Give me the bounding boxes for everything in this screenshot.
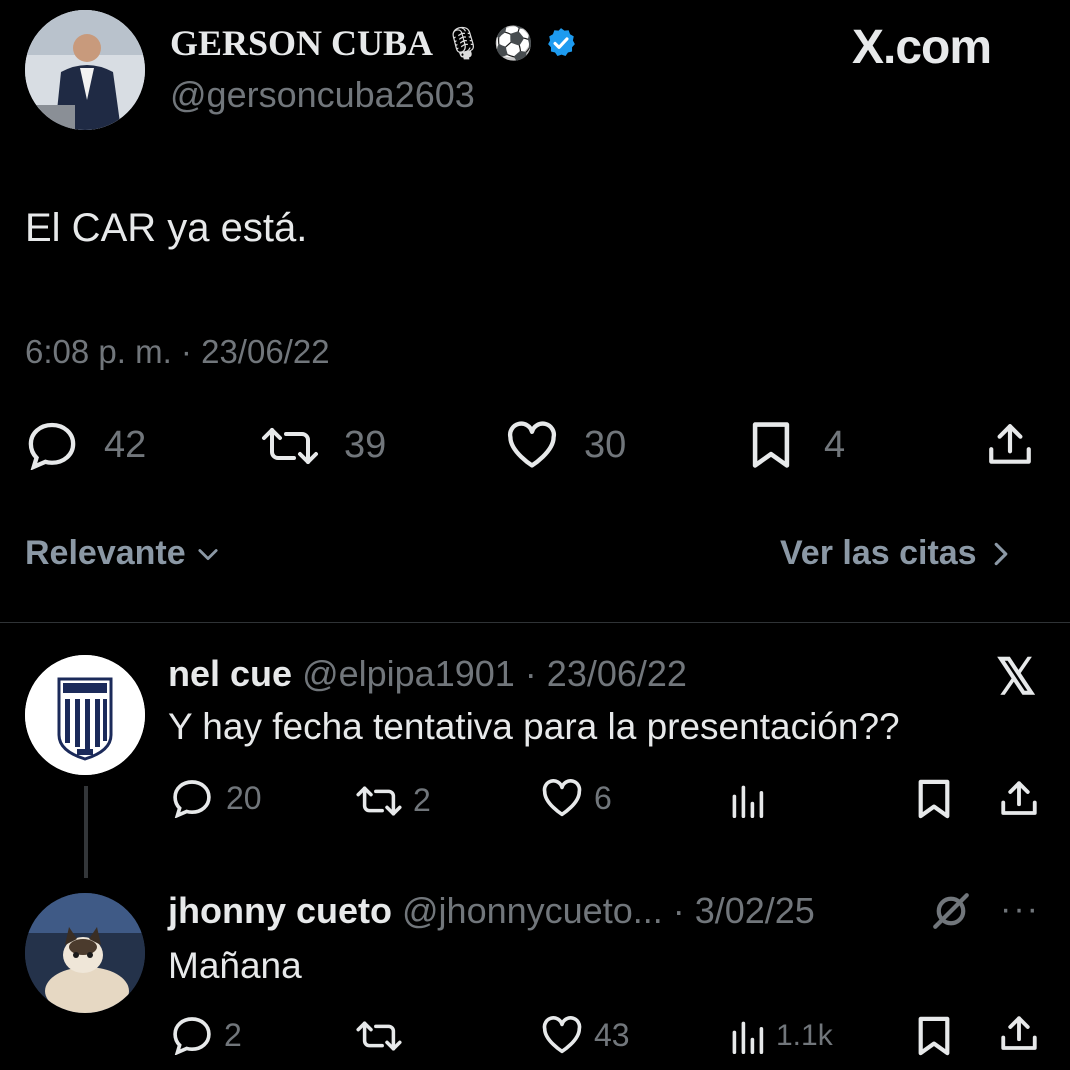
reply-reply-action[interactable]: 2 bbox=[170, 1015, 242, 1055]
repost-action[interactable]: 39 bbox=[260, 424, 386, 467]
reply-repost-action[interactable] bbox=[355, 1019, 413, 1053]
reply-author-handle[interactable]: @jhonnycueto... bbox=[402, 890, 663, 931]
reply-count: 42 bbox=[104, 423, 147, 466]
views-icon[interactable] bbox=[728, 782, 766, 818]
bookmark-action[interactable]: 4 bbox=[748, 420, 845, 470]
reply-avatar[interactable] bbox=[25, 893, 145, 1013]
share-icon[interactable] bbox=[985, 420, 1035, 470]
heart-icon bbox=[540, 778, 584, 818]
view-quotes-link[interactable]: Ver las citas bbox=[780, 534, 1013, 573]
reply-author-handle[interactable]: @elpipa1901 bbox=[302, 653, 515, 694]
reply-date[interactable]: 3/02/25 bbox=[695, 890, 815, 931]
share-icon[interactable] bbox=[998, 1013, 1040, 1055]
reply-icon bbox=[170, 1015, 214, 1055]
share-icon[interactable] bbox=[998, 778, 1040, 820]
more-options-icon[interactable]: ··· bbox=[1000, 890, 1040, 929]
reply-icon bbox=[170, 778, 214, 818]
reply-author-name[interactable]: jhonny cueto bbox=[168, 890, 392, 931]
bookmark-icon[interactable] bbox=[915, 1015, 953, 1057]
tweet-date: 23/06/22 bbox=[201, 333, 330, 370]
reply-repost-action[interactable]: 2 bbox=[355, 782, 431, 819]
reply-text: Mañana bbox=[168, 945, 302, 986]
reply-avatar[interactable] bbox=[25, 655, 145, 775]
bookmark-icon bbox=[748, 420, 794, 470]
reply-like-action[interactable]: 6 bbox=[540, 778, 612, 818]
x-com-watermark: X.com bbox=[852, 21, 992, 74]
like-count: 43 bbox=[594, 1016, 630, 1053]
views-count: 1.1k bbox=[776, 1019, 833, 1052]
author-display-name[interactable]: GERSON CUBA bbox=[170, 22, 433, 64]
repost-count: 2 bbox=[413, 782, 431, 818]
views-icon bbox=[728, 1018, 766, 1054]
repost-icon bbox=[260, 425, 320, 467]
repost-icon bbox=[355, 784, 403, 818]
like-count: 6 bbox=[594, 779, 612, 816]
sort-dropdown[interactable]: Relevante bbox=[25, 534, 222, 573]
x-logo-icon: 𝕏 bbox=[996, 649, 1037, 705]
reply-text: Y hay fecha tentativa para la presentaci… bbox=[168, 706, 900, 747]
reply-like-action[interactable]: 43 bbox=[540, 1015, 630, 1055]
separator-dot: · bbox=[662, 890, 695, 931]
author-avatar[interactable] bbox=[25, 10, 145, 130]
reply-count: 20 bbox=[226, 779, 262, 816]
reply-reply-action[interactable]: 20 bbox=[170, 778, 262, 818]
thread-line bbox=[84, 786, 88, 878]
reply-header: jhonny cueto @jhonnycueto... · 3/02/25 bbox=[168, 890, 815, 932]
soccer-ball-emoji-icon: ⚽ bbox=[493, 25, 534, 61]
reply-header: nel cue @elpipa1901 · 23/06/22 bbox=[168, 653, 687, 695]
reply-views-action[interactable]: 1.1k bbox=[728, 1018, 833, 1054]
chevron-right-icon bbox=[989, 539, 1013, 569]
separator-dot: · bbox=[180, 333, 202, 370]
heart-icon bbox=[504, 420, 560, 470]
like-count: 30 bbox=[584, 423, 627, 466]
sort-label: Relevante bbox=[25, 534, 186, 572]
bookmark-icon[interactable] bbox=[915, 778, 953, 820]
reply-count: 2 bbox=[224, 1016, 242, 1053]
tweet-time: 6:08 p. m. bbox=[25, 333, 172, 370]
repost-count: 39 bbox=[344, 424, 387, 466]
separator-dot: · bbox=[514, 653, 547, 694]
like-action[interactable]: 30 bbox=[504, 420, 626, 470]
author-handle[interactable]: @gersoncuba2603 bbox=[170, 74, 475, 116]
reply-icon bbox=[24, 420, 80, 470]
chevron-down-icon bbox=[194, 540, 222, 568]
bookmark-count: 4 bbox=[824, 423, 846, 466]
repost-icon bbox=[355, 1019, 403, 1053]
heart-icon bbox=[540, 1015, 584, 1055]
reply-date[interactable]: 23/06/22 bbox=[547, 653, 687, 694]
tweet-text: El CAR ya está. bbox=[25, 206, 308, 250]
view-quotes-label: Ver las citas bbox=[780, 534, 977, 572]
grok-icon[interactable] bbox=[930, 890, 972, 932]
reply-author-name[interactable]: nel cue bbox=[168, 653, 292, 694]
reply-action[interactable]: 42 bbox=[24, 420, 146, 470]
tweet-timestamp[interactable]: 6:08 p. m. · 23/06/22 bbox=[25, 333, 330, 371]
section-divider bbox=[0, 622, 1070, 623]
microphone-emoji-icon: 🎙 bbox=[443, 25, 484, 61]
verified-badge-icon bbox=[544, 26, 578, 60]
